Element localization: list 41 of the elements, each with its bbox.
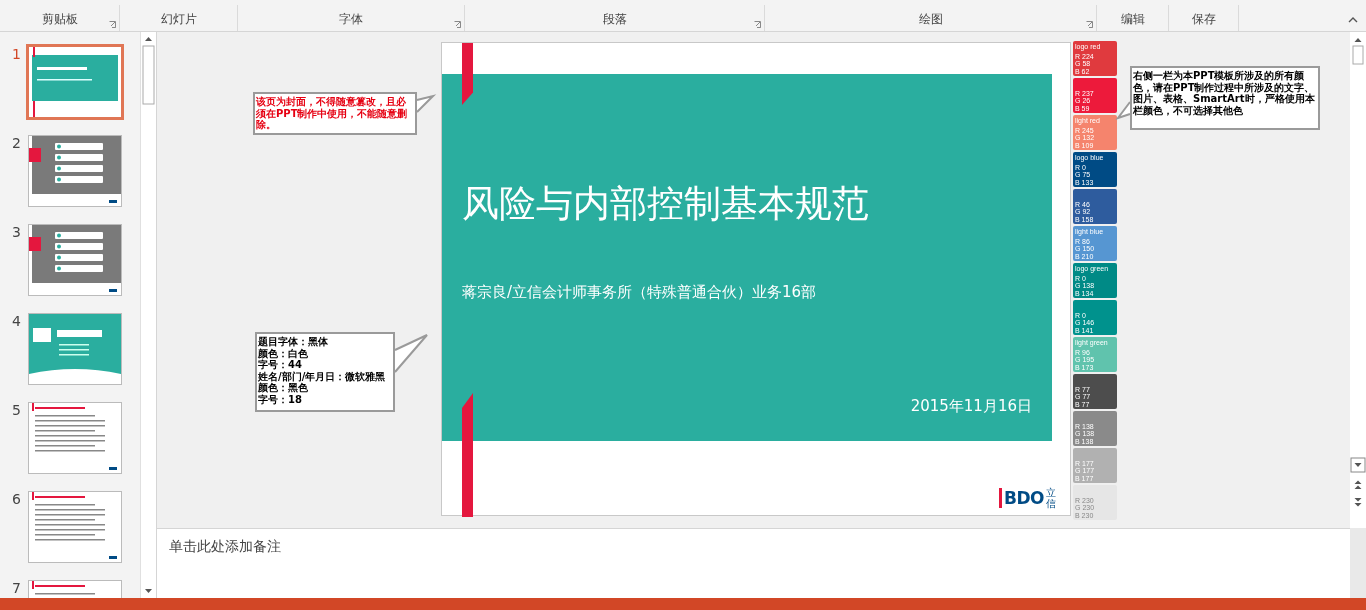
slide-number: 6 — [12, 491, 20, 507]
ribbon-group-label: 编辑 — [1120, 11, 1145, 28]
dialog-launcher-icon[interactable] — [454, 21, 461, 28]
ribbon-group-label: 保存 — [1191, 11, 1216, 28]
logo-wordmark: BDO — [998, 488, 1044, 508]
dialog-launcher-icon[interactable] — [1086, 21, 1093, 28]
slide-thumbnail[interactable] — [28, 224, 122, 296]
slide-thumbnail[interactable] — [28, 402, 122, 474]
logo-characters: 立信 — [1046, 487, 1056, 509]
callout-text: 字号：18 — [258, 393, 302, 405]
slide-number: 4 — [12, 313, 20, 329]
slide-title: 风险与内部控制基本规范 — [462, 181, 869, 227]
callout-text: 颜色：黑色 — [258, 382, 308, 393]
callout-text: 字号：44 — [258, 359, 302, 371]
slide-date: 2015年11月16日 — [910, 397, 1032, 416]
ribbon-group-label: 绘图 — [918, 11, 943, 28]
callout-text: 右侧一栏为本PPT模板所涉及的所有颜色，请在PPT制作过程中所涉及的文字、图片、表格、SmartArt时，严格使用本栏颜色，不可选择其他色 — [1133, 70, 1316, 116]
vertical-scrollbar[interactable] — [1350, 32, 1366, 528]
slide-thumbnail[interactable] — [28, 313, 122, 385]
slide-number: 2 — [12, 135, 20, 151]
slide-subtitle: 蒋宗良/立信会计师事务所（特殊普通合伙）业务16部 — [462, 283, 817, 302]
accent-bar — [462, 43, 473, 105]
slide-thumbnail[interactable] — [28, 491, 122, 563]
collapse-ribbon-icon[interactable] — [1348, 17, 1358, 23]
dialog-launcher-icon[interactable] — [754, 21, 761, 28]
ribbon-group-label: 幻灯片 — [160, 11, 197, 28]
dialog-launcher-icon[interactable] — [109, 21, 116, 28]
slide-thumbnail[interactable] — [26, 44, 124, 120]
callout-text: 该页为封面，不得随意篡改，且必须在PPT制作中使用，不能随意删除。 — [256, 96, 409, 131]
ribbon-group-label: 段落 — [602, 11, 627, 28]
callout-text: 姓名/部门/年月日：微软雅黑 — [258, 370, 387, 382]
slide-number: 1 — [12, 46, 20, 62]
notes-placeholder[interactable]: 单击此处添加备注 — [169, 538, 281, 556]
callout-text: 题目字体：黑体 — [258, 336, 329, 347]
callout-text: 颜色：白色 — [258, 347, 308, 359]
slide-number: 3 — [12, 224, 20, 240]
ribbon-group-label: 剪贴板 — [41, 11, 78, 28]
ribbon-group-label: 字体 — [339, 11, 363, 28]
slide-thumbnail[interactable] — [28, 135, 122, 207]
slide-number: 5 — [12, 402, 20, 418]
slide-number: 7 — [12, 580, 20, 596]
